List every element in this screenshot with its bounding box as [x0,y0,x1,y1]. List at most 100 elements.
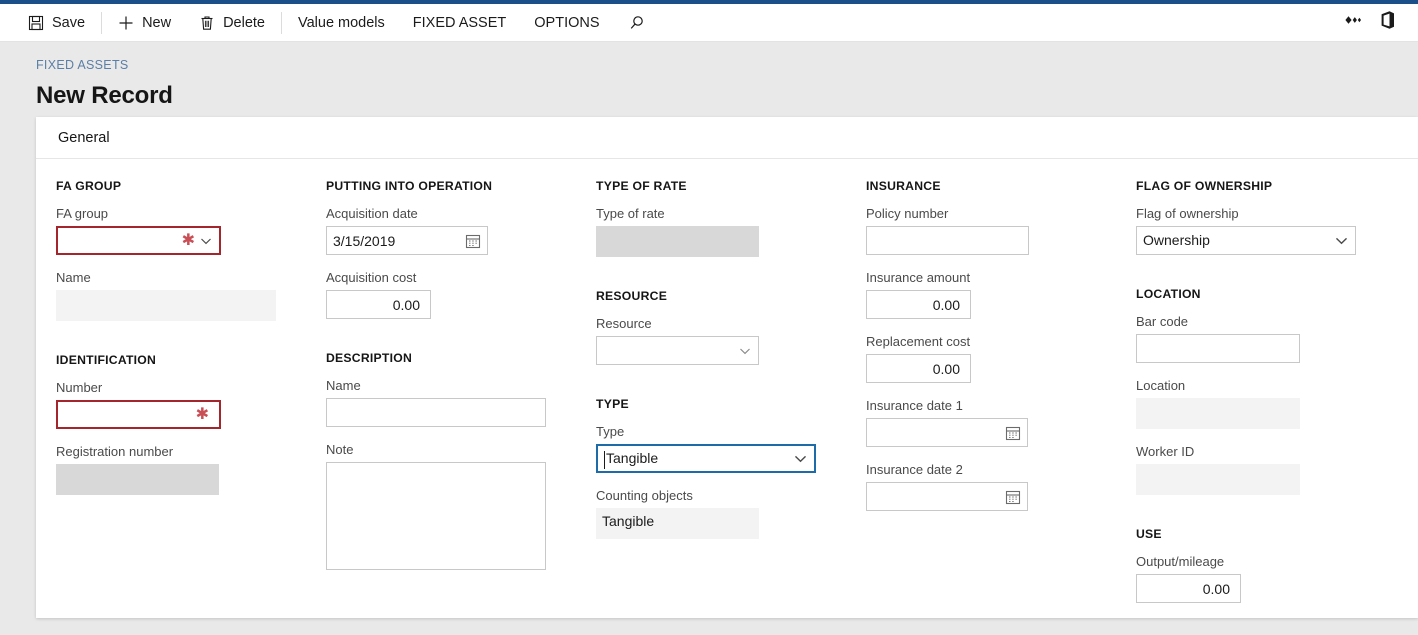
policy-number-input[interactable] [873,227,1022,254]
field-label-counting-objects: Counting objects [596,488,846,504]
output-mileage-shell[interactable] [1136,574,1241,603]
group-title-location: LOCATION [1136,287,1398,301]
acquisition-date-input[interactable] [333,227,465,254]
field-label-note: Note [326,442,576,458]
description-name-shell[interactable] [326,398,546,427]
field-registration-number: Registration number [56,444,306,495]
field-label-type: Type [596,424,846,440]
field-label-output-mileage: Output/mileage [1136,554,1398,570]
registration-number-shell [56,464,219,495]
field-flag-of-ownership: Flag of ownership Ownership [1136,206,1398,255]
flag-of-ownership-value: Ownership [1143,227,1334,254]
acquisition-cost-shell[interactable] [326,290,431,319]
tab-options[interactable]: OPTIONS [520,4,613,42]
field-acquisition-cost: Acquisition cost [326,270,576,319]
text-caret [604,451,605,469]
search-button[interactable] [614,4,660,42]
field-bar-code: Bar code [1136,314,1398,363]
chevron-down-icon[interactable] [738,344,752,358]
bar-code-input[interactable] [1143,335,1293,362]
new-button[interactable]: New [104,4,185,42]
replacement-cost-input[interactable] [873,355,964,382]
acquisition-date-shell[interactable] [326,226,488,255]
field-label-registration-number: Registration number [56,444,306,460]
calendar-icon[interactable] [465,233,481,249]
output-mileage-input[interactable] [1143,575,1234,602]
group-title-identification: IDENTIFICATION [56,353,306,367]
application-window: Save New Delete Value mod [0,0,1418,635]
office-app-button[interactable] [1370,6,1404,40]
insurance-amount-shell[interactable] [866,290,971,319]
insurance-amount-input[interactable] [873,291,964,318]
field-label-insurance-date-2: Insurance date 2 [866,462,1116,478]
field-label-number: Number [56,380,306,396]
field-label-description-name: Name [326,378,576,394]
page-title: New Record [36,82,1418,110]
group-title-description: DESCRIPTION [326,351,576,365]
personalize-button[interactable] [1336,6,1370,40]
required-asterisk-icon: ✱ [196,407,213,423]
chevron-down-icon[interactable] [199,234,213,248]
value-models-button[interactable]: Value models [284,4,399,42]
breadcrumb[interactable]: FIXED ASSETS [36,58,129,72]
insurance-date-2-shell[interactable] [866,482,1028,511]
chevron-down-icon[interactable] [793,451,808,466]
group-title-putting-into-operation: PUTTING INTO OPERATION [326,179,576,193]
delete-button[interactable]: Delete [185,4,279,42]
number-input[interactable] [64,402,196,427]
number-input-shell[interactable]: ✱ [56,400,221,429]
registration-number-value [62,464,213,495]
bar-code-shell[interactable] [1136,334,1300,363]
field-output-mileage: Output/mileage [1136,554,1398,603]
field-label-fa-group-name: Name [56,270,306,286]
field-label-insurance-amount: Insurance amount [866,270,1116,286]
resource-shell[interactable] [596,336,759,365]
form-column-type: TYPE OF RATE Type of rate RESOURCE Resou… [576,179,846,618]
policy-number-shell[interactable] [866,226,1029,255]
tab-fixed-asset[interactable]: FIXED ASSET [399,4,520,42]
flag-of-ownership-shell[interactable]: Ownership [1136,226,1356,255]
calendar-icon[interactable] [1005,425,1021,441]
type-of-rate-value [602,226,753,257]
insurance-date-1-shell[interactable] [866,418,1028,447]
field-worker-id: Worker ID [1136,444,1398,495]
tab-strip: General [36,117,1418,159]
location-value [1142,398,1294,429]
field-insurance-date-2: Insurance date 2 [866,462,1116,511]
personalize-icon [1344,13,1362,32]
chevron-down-icon[interactable] [1334,233,1349,248]
field-label-location: Location [1136,378,1398,394]
calendar-icon[interactable] [1005,489,1021,505]
command-separator [281,12,282,34]
field-label-type-of-rate: Type of rate [596,206,846,222]
replacement-cost-shell[interactable] [866,354,971,383]
fa-group-input[interactable] [64,228,182,253]
insurance-date-2-input[interactable] [873,483,1005,510]
group-title-resource: RESOURCE [596,289,846,303]
field-label-acquisition-date: Acquisition date [326,206,576,222]
field-label-fa-group: FA group [56,206,306,222]
command-bar: Save New Delete Value mod [0,4,1418,42]
resource-input[interactable] [603,337,738,364]
type-combo-shell[interactable]: Tangible [596,444,816,473]
insurance-date-1-input[interactable] [873,419,1005,446]
form-column-ownership: FLAG OF OWNERSHIP Flag of ownership Owne… [1116,179,1398,618]
field-label-resource: Resource [596,316,846,332]
form-column-fa-group: FA GROUP FA group ✱ Name [36,179,306,618]
search-icon [628,14,646,32]
group-title-flag-of-ownership: FLAG OF OWNERSHIP [1136,179,1398,193]
tab-general[interactable]: General [48,117,120,159]
type-combo-value: Tangible [604,446,793,471]
note-textarea[interactable] [326,462,546,570]
acquisition-cost-input[interactable] [333,291,424,318]
field-number: Number ✱ [56,380,306,429]
form-grid: FA GROUP FA group ✱ Name [36,159,1418,618]
fa-group-input-shell[interactable]: ✱ [56,226,221,255]
save-label: Save [52,15,85,31]
description-name-input[interactable] [333,399,539,426]
counting-objects-value: Tangible [602,508,753,539]
worker-id-shell [1136,464,1300,495]
save-button[interactable]: Save [14,4,99,42]
form-column-putting-into-operation: PUTTING INTO OPERATION Acquisition date [306,179,576,618]
plus-icon [118,15,134,31]
